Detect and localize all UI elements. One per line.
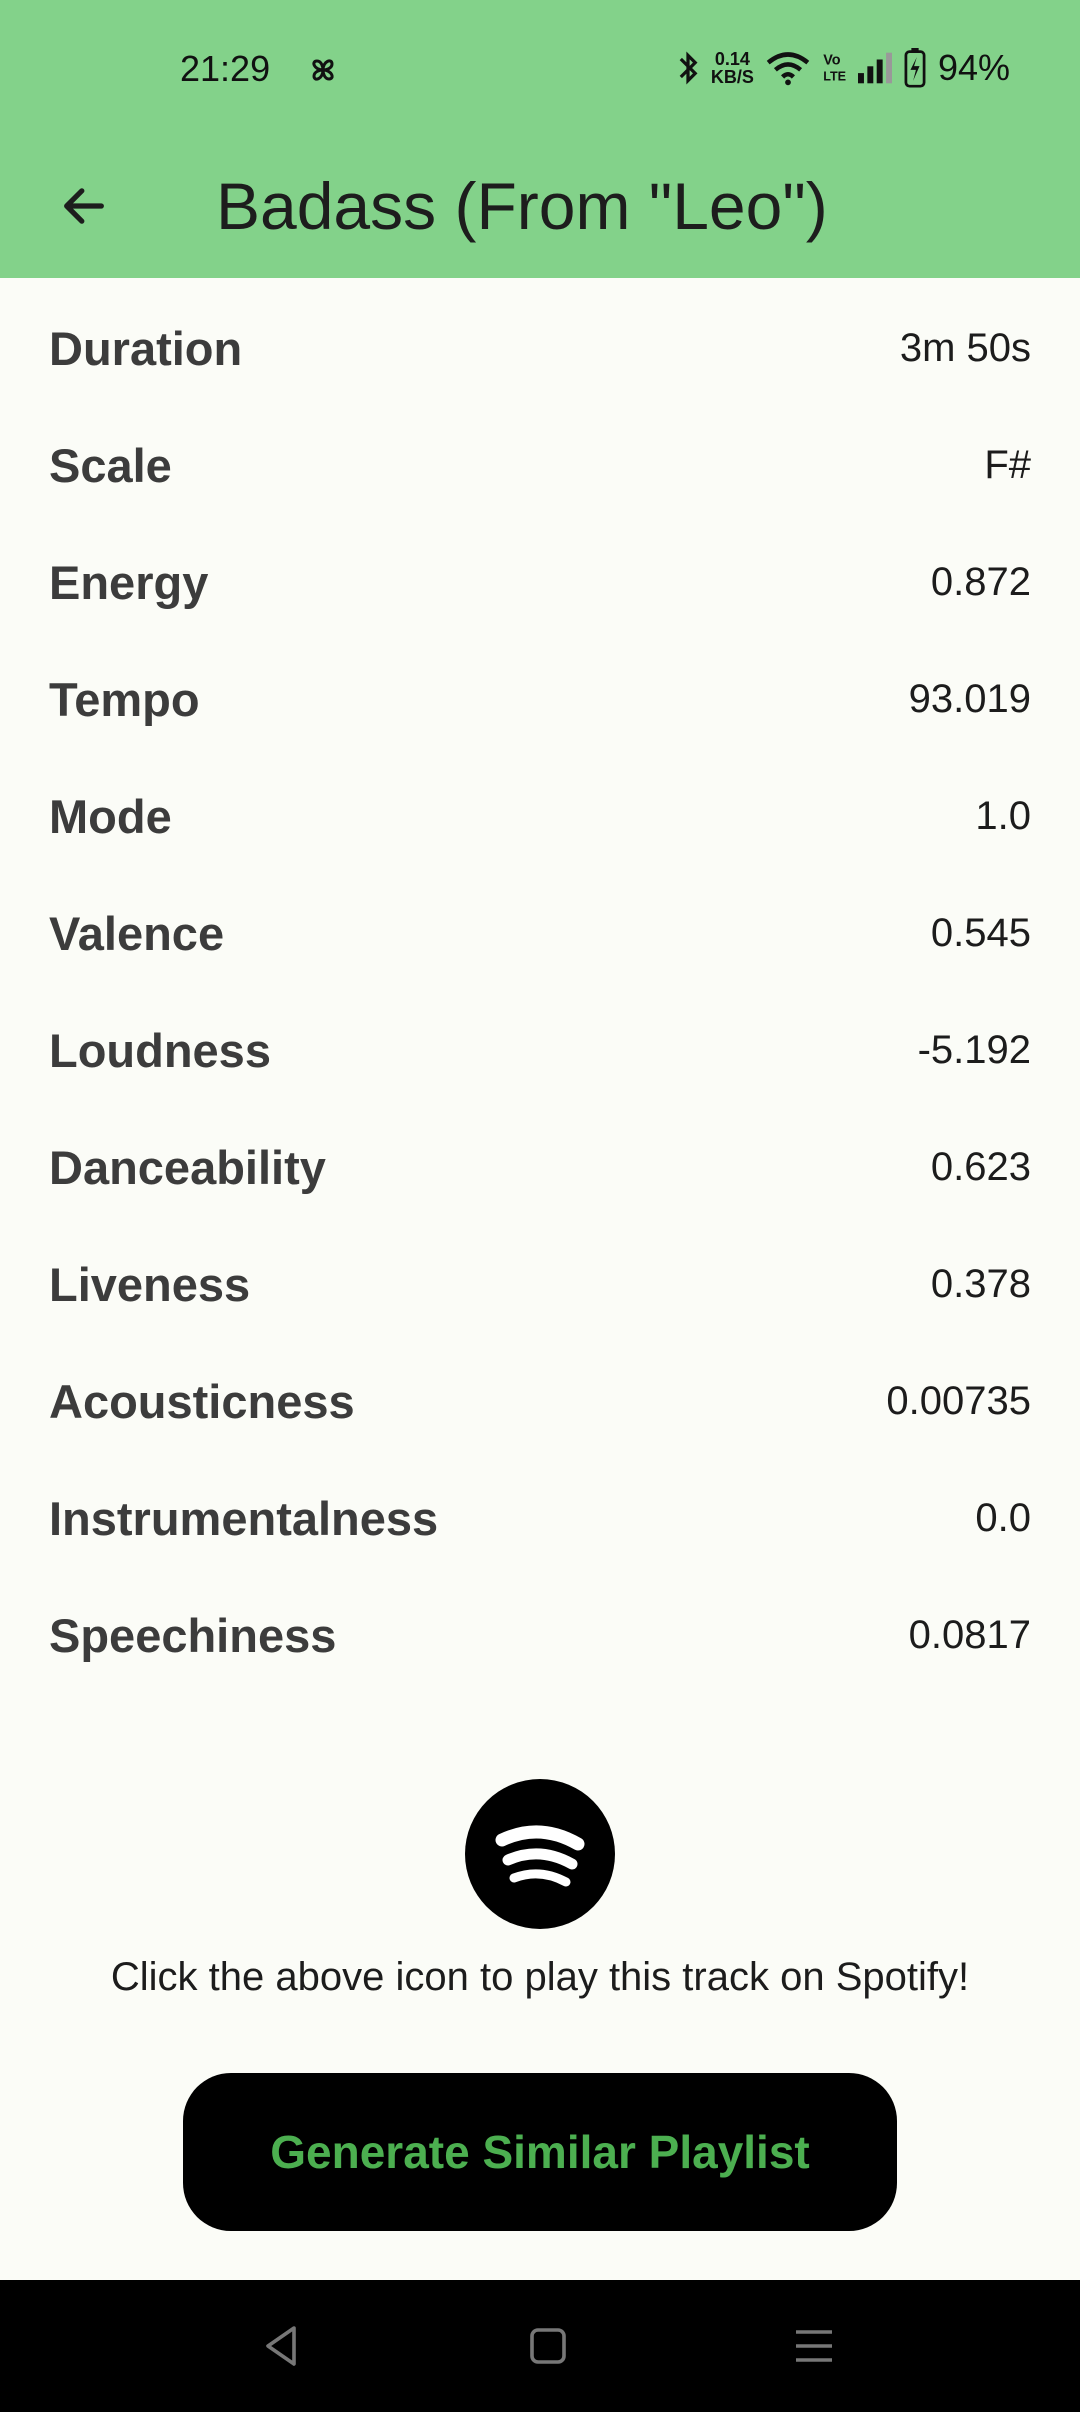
- feature-value: 93.019: [908, 677, 1031, 721]
- battery-level: 94%: [937, 47, 1010, 88]
- feature-label: Speechiness: [49, 1609, 337, 1662]
- feature-row-energy: Energy 0.872: [0, 524, 1080, 641]
- signal-icon: [857, 52, 892, 84]
- feature-label: Mode: [49, 790, 172, 843]
- back-triangle-icon[interactable]: [258, 2322, 306, 2370]
- feature-label: Scale: [49, 439, 172, 492]
- feature-value: 0.623: [930, 1145, 1031, 1189]
- feature-label: Danceability: [49, 1141, 326, 1194]
- spotify-hint: Click the above icon to play this track …: [110, 1955, 970, 1999]
- feature-label: Valence: [49, 907, 225, 960]
- feature-label: Instrumentalness: [49, 1492, 439, 1545]
- back-button[interactable]: [44, 166, 124, 246]
- pinwheel-icon: [312, 59, 334, 81]
- arrow-back-icon: [64, 188, 104, 224]
- feature-row-instrumentalness: Instrumentalness 0.0: [0, 1460, 1080, 1577]
- feature-row-valence: Valence 0.545: [0, 875, 1080, 992]
- feature-value: 0.545: [930, 911, 1031, 955]
- feature-value: F#: [984, 443, 1031, 487]
- net-speed-value: 0.14: [714, 49, 750, 69]
- feature-row-tempo: Tempo 93.019: [0, 641, 1080, 758]
- audio-features-list: Duration 3m 50s Scale F# Energy 0.872 Te…: [0, 290, 1080, 1694]
- status-time: 21:29: [180, 48, 271, 89]
- bluetooth-icon: [679, 51, 698, 85]
- status-icons: 0.14 KB/S Vo LTE 94%: [677, 44, 1010, 92]
- feature-value: 0.0817: [908, 1613, 1031, 1657]
- net-speed-unit: KB/S: [710, 67, 754, 87]
- feature-row-loudness: Loudness -5.192: [0, 992, 1080, 1109]
- feature-row-speechiness: Speechiness 0.0817: [0, 1577, 1080, 1694]
- battery-icon: [904, 48, 926, 88]
- generate-playlist-button[interactable]: Generate Similar Playlist: [183, 2073, 897, 2231]
- feature-label: Acousticness: [49, 1375, 355, 1428]
- feature-label: Energy: [49, 556, 209, 609]
- feature-value: 0.00735: [886, 1379, 1031, 1423]
- spotify-play-button[interactable]: [465, 1779, 615, 1929]
- feature-row-danceability: Danceability 0.623: [0, 1109, 1080, 1226]
- volte-icon: Vo LTE: [823, 52, 846, 84]
- svg-text:LTE: LTE: [823, 70, 846, 84]
- wifi-icon: [766, 52, 810, 86]
- feature-label: Loudness: [49, 1024, 271, 1077]
- feature-label: Duration: [49, 322, 243, 375]
- feature-row-duration: Duration 3m 50s: [0, 290, 1080, 407]
- feature-row-mode: Mode 1.0: [0, 758, 1080, 875]
- feature-value: 3m 50s: [899, 326, 1031, 370]
- feature-row-acousticness: Acousticness 0.00735: [0, 1343, 1080, 1460]
- svg-text:Vo: Vo: [823, 52, 841, 68]
- feature-row-liveness: Liveness 0.378: [0, 1226, 1080, 1343]
- feature-value: 1.0: [975, 794, 1031, 838]
- spotify-icon: [495, 1825, 585, 1887]
- home-square-icon[interactable]: [524, 2322, 572, 2370]
- feature-value: 0.0: [975, 1496, 1031, 1540]
- menu-lines-icon[interactable]: [790, 2322, 838, 2370]
- feature-value: 0.378: [930, 1262, 1031, 1306]
- status-bar: 21:29 0.14 KB/S Vo LTE 94%: [0, 0, 1080, 136]
- net-speed: 0.14 KB/S: [711, 50, 754, 86]
- feature-label: Liveness: [49, 1258, 251, 1311]
- track-title: Badass (From "Leo"): [216, 169, 828, 243]
- app-bar: Badass (From "Leo"): [0, 136, 1080, 278]
- feature-value: 0.872: [930, 560, 1031, 604]
- feature-value: -5.192: [917, 1028, 1031, 1072]
- feature-label: Tempo: [49, 673, 200, 726]
- feature-row-scale: Scale F#: [0, 407, 1080, 524]
- system-nav-bar: [0, 2280, 1080, 2412]
